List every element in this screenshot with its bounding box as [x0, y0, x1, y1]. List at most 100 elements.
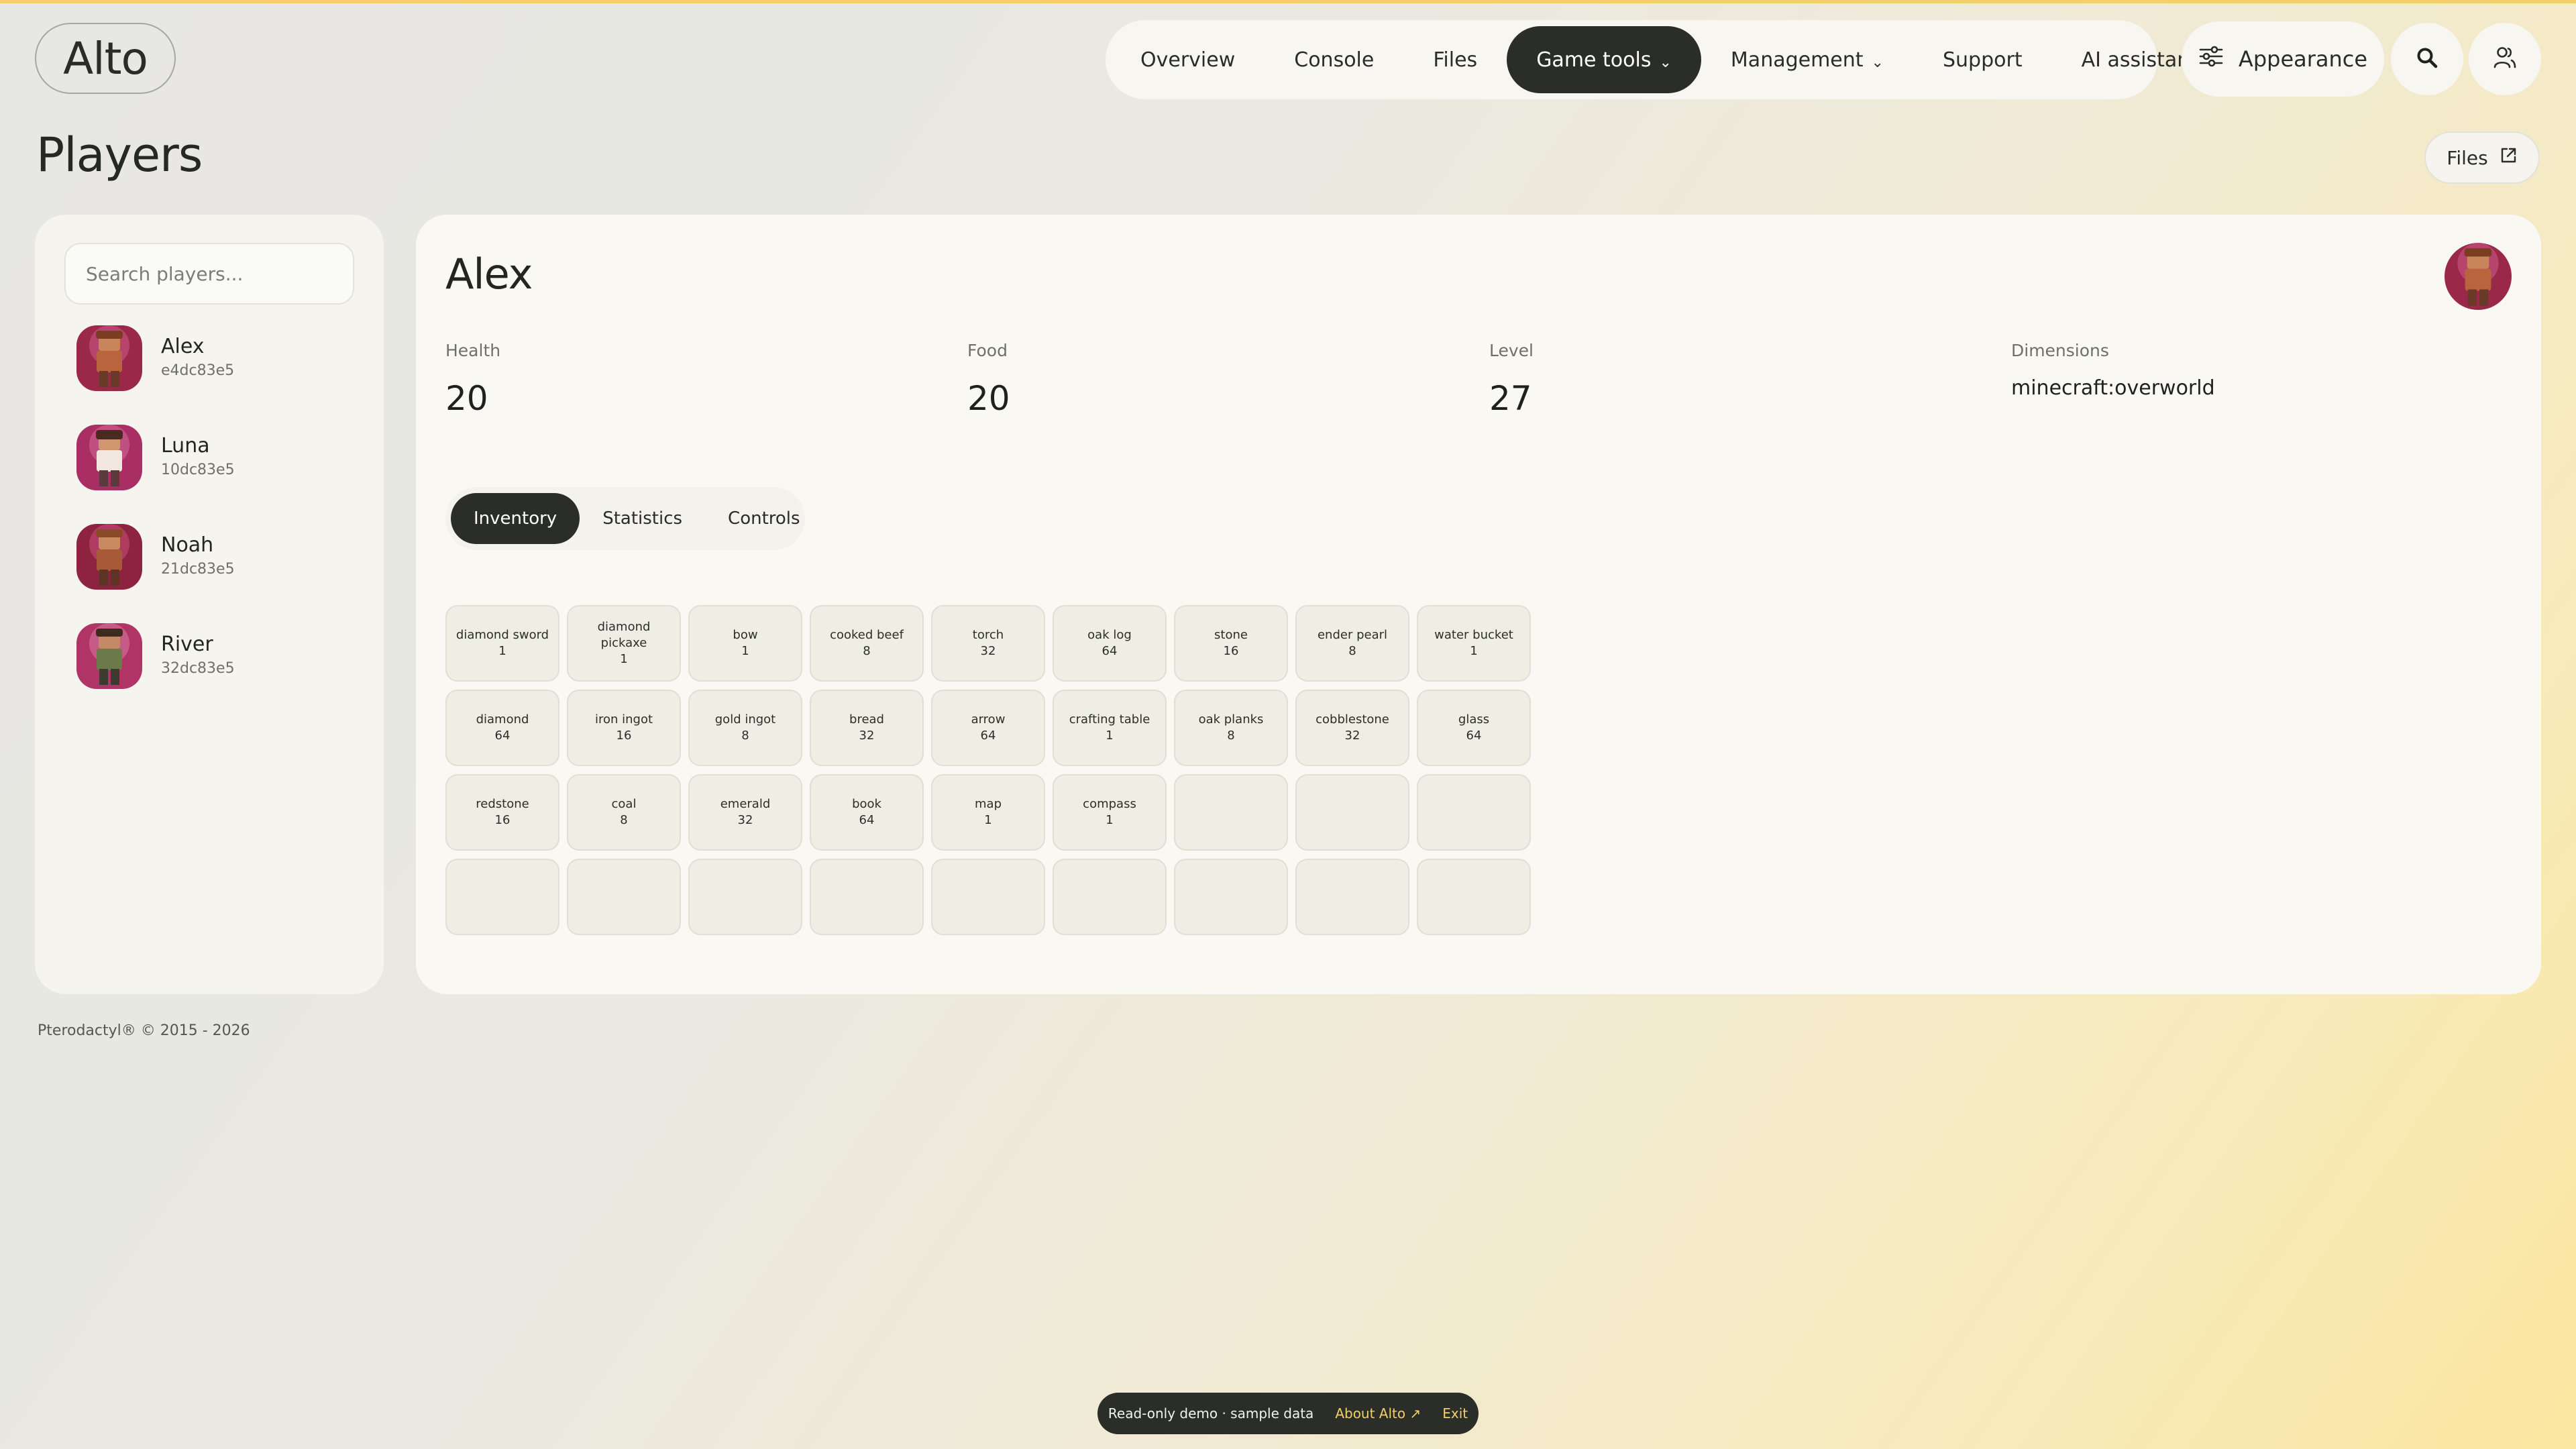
nav-game-tools-label: Game tools — [1536, 48, 1652, 72]
inventory-item-name: torch — [972, 628, 1004, 642]
player-detail-panel: Alex Health 20 Food 20 Level 27 Dimensio… — [416, 215, 2541, 994]
search-button[interactable] — [2391, 23, 2463, 95]
inventory-slot[interactable]: diamond 64 — [445, 690, 559, 766]
nav-management-label: Management — [1730, 48, 1864, 72]
inventory-slot-empty[interactable] — [810, 859, 924, 935]
inventory-slot-empty[interactable] — [445, 859, 559, 935]
inventory-item-name: arrow — [971, 712, 1006, 727]
inventory-slot[interactable]: diamond pickaxe 1 — [567, 605, 681, 682]
inventory-slot[interactable]: arrow 64 — [931, 690, 1045, 766]
inventory-slot-empty[interactable] — [1295, 859, 1409, 935]
avatar — [76, 623, 142, 689]
files-external-button[interactable]: Files — [2424, 131, 2540, 184]
inventory-slot[interactable]: diamond sword 1 — [445, 605, 559, 682]
appearance-button[interactable]: Appearance — [2182, 21, 2384, 97]
tab-inventory[interactable]: Inventory — [451, 493, 580, 544]
inventory-item-count: 64 — [494, 729, 511, 743]
inventory-slot[interactable]: crafting table 1 — [1053, 690, 1167, 766]
inventory-slot-empty[interactable] — [1053, 859, 1167, 935]
nav-files[interactable]: Files — [1403, 26, 1507, 93]
inventory-slot[interactable]: iron ingot 16 — [567, 690, 681, 766]
inventory-slot-empty[interactable] — [1295, 774, 1409, 851]
search-icon — [2416, 46, 2438, 72]
about-alto-link[interactable]: About Alto ↗ — [1335, 1405, 1421, 1421]
player-id: e4dc83e5 — [161, 362, 235, 379]
inventory-slot[interactable]: stone 16 — [1174, 605, 1288, 682]
external-link-icon — [2499, 146, 2518, 170]
inventory-grid: diamond sword 1 diamond pickaxe 1 bow 1 cooked… — [445, 605, 1531, 935]
inventory-item-count: 32 — [1344, 729, 1360, 743]
nav-management[interactable]: Management ⌄ — [1701, 26, 1913, 93]
inventory-slot[interactable]: gold ingot 8 — [688, 690, 802, 766]
app-logo[interactable]: Alto — [35, 23, 176, 94]
tab-controls-label: Controls — [728, 508, 800, 529]
inventory-slot[interactable]: bow 1 — [688, 605, 802, 682]
player-id: 21dc83e5 — [161, 561, 235, 578]
inventory-slot[interactable]: cobblestone 32 — [1295, 690, 1409, 766]
inventory-item-name: crafting table — [1069, 712, 1150, 727]
account-button[interactable] — [2469, 23, 2541, 95]
inventory-slot-empty[interactable] — [1417, 859, 1531, 935]
inventory-slot-empty[interactable] — [1174, 774, 1288, 851]
inventory-slot[interactable]: compass 1 — [1053, 774, 1167, 851]
tab-controls[interactable]: Controls — [705, 493, 823, 544]
player-name: Alex — [161, 335, 205, 358]
stat-dimensions: Dimensions minecraft:overworld — [2011, 341, 2215, 400]
inventory-slot[interactable]: water bucket 1 — [1417, 605, 1531, 682]
inventory-slot[interactable]: oak planks 8 — [1174, 690, 1288, 766]
stat-label: Food — [967, 341, 1008, 360]
inventory-slot-empty[interactable] — [1417, 774, 1531, 851]
inventory-item-name: stone — [1214, 628, 1248, 642]
inventory-item-count: 1 — [498, 644, 506, 658]
inventory-slot-empty[interactable] — [1174, 859, 1288, 935]
inventory-slot[interactable]: oak log 64 — [1053, 605, 1167, 682]
player-id: 10dc83e5 — [161, 462, 235, 478]
players-sidebar: Alex e4dc83e5 Luna 10dc83e5 — [35, 215, 384, 994]
inventory-slot[interactable]: emerald 32 — [688, 774, 802, 851]
inventory-slot-empty[interactable] — [567, 859, 681, 935]
inventory-slot[interactable]: torch 32 — [931, 605, 1045, 682]
nav-support[interactable]: Support — [1913, 26, 2052, 93]
inventory-item-name: water bucket — [1434, 628, 1513, 642]
inventory-slot[interactable]: book 64 — [810, 774, 924, 851]
tab-statistics[interactable]: Statistics — [580, 493, 705, 544]
inventory-item-count: 64 — [859, 813, 875, 827]
search-players-input[interactable] — [64, 243, 354, 305]
inventory-item-name: bread — [849, 712, 884, 727]
inventory-item-count: 8 — [741, 729, 749, 743]
inventory-item-count: 16 — [1223, 644, 1239, 658]
player-list-item-river[interactable]: River 32dc83e5 — [76, 623, 358, 690]
player-list-item-alex[interactable]: Alex e4dc83e5 — [76, 325, 358, 392]
stat-value: minecraft:overworld — [2011, 376, 2215, 400]
player-name: Luna — [161, 434, 210, 458]
inventory-slot[interactable]: ender pearl 8 — [1295, 605, 1409, 682]
inventory-item-name: emerald — [720, 797, 771, 811]
nav-console[interactable]: Console — [1265, 26, 1403, 93]
inventory-slot-empty[interactable] — [931, 859, 1045, 935]
player-list-item-luna[interactable]: Luna 10dc83e5 — [76, 424, 358, 491]
nav-support-label: Support — [1942, 48, 2023, 72]
stat-label: Level — [1489, 341, 1534, 360]
inventory-slot[interactable]: redstone 16 — [445, 774, 559, 851]
exit-demo-link[interactable]: Exit — [1442, 1405, 1468, 1421]
inventory-slot[interactable]: cooked beef 8 — [810, 605, 924, 682]
inventory-slot[interactable]: map 1 — [931, 774, 1045, 851]
app-logo-text: Alto — [63, 32, 148, 85]
stat-health: Health 20 — [445, 341, 500, 418]
footer-copyright: Pterodactyl® © 2015 - 2026 — [38, 1022, 250, 1039]
nav-overview[interactable]: Overview — [1111, 26, 1265, 93]
top-accent-line — [0, 0, 2576, 3]
appearance-label: Appearance — [2238, 46, 2368, 72]
inventory-slot[interactable]: bread 32 — [810, 690, 924, 766]
inventory-slot[interactable]: glass 64 — [1417, 690, 1531, 766]
inventory-slot[interactable]: coal 8 — [567, 774, 681, 851]
inventory-slot-empty[interactable] — [688, 859, 802, 935]
player-list-item-noah[interactable]: Noah 21dc83e5 — [76, 523, 358, 590]
inventory-item-name: ender pearl — [1317, 628, 1388, 642]
inventory-item-count: 8 — [1227, 729, 1235, 743]
inventory-item-name: diamond — [476, 712, 529, 727]
player-tabs: Inventory Statistics Controls — [445, 487, 805, 550]
stat-value: 20 — [445, 379, 488, 418]
avatar — [76, 425, 142, 490]
nav-game-tools[interactable]: Game tools ⌄ — [1507, 26, 1701, 93]
